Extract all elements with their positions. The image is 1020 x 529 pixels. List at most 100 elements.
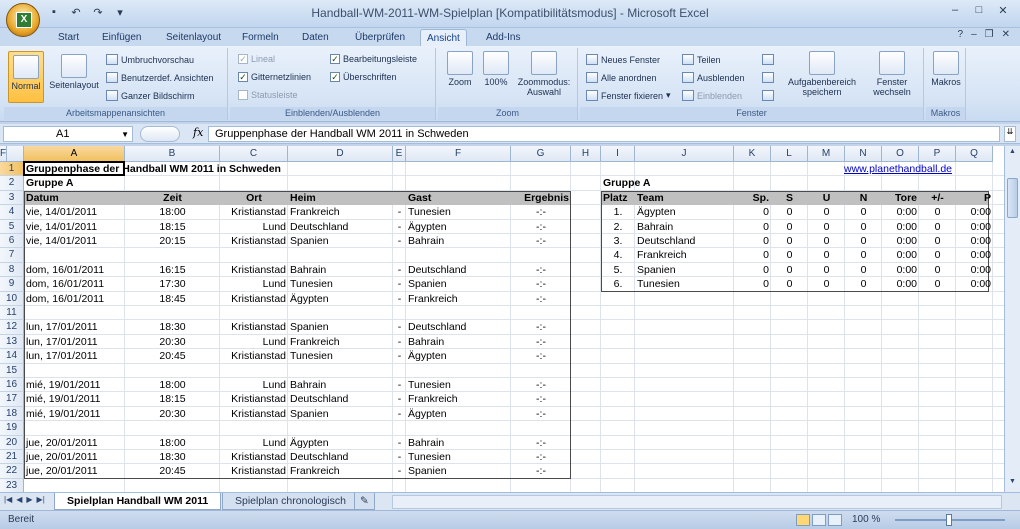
match-venue[interactable]: Kristianstad xyxy=(222,292,286,306)
makros-button[interactable]: Makros xyxy=(930,51,962,87)
tab-ansicht[interactable]: Ansicht xyxy=(420,29,467,46)
match-home[interactable]: Spanien xyxy=(290,407,391,421)
match-result[interactable]: -:- xyxy=(513,220,569,234)
match-date[interactable]: mié, 19/01/2011 xyxy=(26,392,123,406)
standings-header-1[interactable]: Team xyxy=(637,191,732,205)
standings-diff[interactable]: 0 xyxy=(921,220,954,234)
match-away[interactable]: Tunesien xyxy=(408,205,509,219)
tab-überprüfen[interactable]: Überprüfen xyxy=(349,29,411,46)
header-heim[interactable]: Heim xyxy=(290,191,391,205)
first-sheet-icon[interactable]: |◀ xyxy=(4,495,12,504)
match-venue[interactable]: Lund xyxy=(222,378,286,392)
header-ort[interactable]: Ort xyxy=(222,191,286,205)
zoom-100-button[interactable]: 100% xyxy=(480,51,512,87)
column-header-M[interactable]: M xyxy=(808,146,845,162)
match-venue[interactable]: Lund xyxy=(222,436,286,450)
match-result[interactable]: -:- xyxy=(513,436,569,450)
match-home[interactable]: Deutschland xyxy=(290,392,391,406)
header-ergebnis[interactable]: Ergebnis xyxy=(513,191,569,205)
standings-sp[interactable]: 0 xyxy=(736,205,769,219)
scroll-thumb[interactable] xyxy=(1007,178,1018,218)
column-header-N[interactable]: N xyxy=(845,146,882,162)
standings-platz[interactable]: 5. xyxy=(603,263,633,277)
column-header-P[interactable]: P xyxy=(919,146,956,162)
match-venue[interactable]: Kristianstad xyxy=(222,205,286,219)
standings-team[interactable]: Ägypten xyxy=(637,205,732,219)
row-header-22[interactable]: 22 xyxy=(0,464,24,479)
match-home[interactable]: Ägypten xyxy=(290,436,391,450)
standings-tore[interactable]: 0:00 xyxy=(884,248,917,262)
standings-header-5[interactable]: N xyxy=(847,191,880,205)
standings-sp[interactable]: 0 xyxy=(736,277,769,291)
match-time[interactable]: 18:00 xyxy=(127,378,218,392)
match-dash[interactable]: - xyxy=(395,320,404,334)
standings-diff[interactable]: 0 xyxy=(921,234,954,248)
standings-n[interactable]: 0 xyxy=(847,205,880,219)
match-away[interactable]: Tunesien xyxy=(408,378,509,392)
standings-s[interactable]: 0 xyxy=(773,248,806,262)
header-datum[interactable]: Datum xyxy=(26,191,123,205)
match-dash[interactable]: - xyxy=(395,407,404,421)
match-home[interactable]: Frankreich xyxy=(290,464,391,478)
page-break-view-icon[interactable] xyxy=(828,514,842,526)
insert-function-icon[interactable]: fx xyxy=(193,126,203,139)
match-dash[interactable]: - xyxy=(395,335,404,349)
match-date[interactable]: lun, 17/01/2011 xyxy=(26,349,123,363)
standings-n[interactable]: 0 xyxy=(847,263,880,277)
match-date[interactable]: dom, 16/01/2011 xyxy=(26,263,123,277)
match-time[interactable]: 18:30 xyxy=(127,450,218,464)
standings-p[interactable]: 0:00 xyxy=(958,234,991,248)
standings-diff[interactable]: 0 xyxy=(921,205,954,219)
row-header-23[interactable]: 23 xyxy=(0,478,24,492)
match-home[interactable]: Deutschland xyxy=(290,220,391,234)
standings-team[interactable]: Tunesien xyxy=(637,277,732,291)
standings-tore[interactable]: 0:00 xyxy=(884,277,917,291)
match-time[interactable]: 17:30 xyxy=(127,277,218,291)
sync-scroll-button[interactable] xyxy=(762,72,774,83)
reset-position-button[interactable] xyxy=(762,90,774,101)
standings-sp[interactable]: 0 xyxy=(736,220,769,234)
match-dash[interactable]: - xyxy=(395,234,404,248)
match-time[interactable]: 18:45 xyxy=(127,292,218,306)
formula-input[interactable]: Gruppenphase der Handball WM 2011 in Sch… xyxy=(208,126,1000,142)
row-header-15[interactable]: 15 xyxy=(0,363,24,378)
umbruchvorschau-button[interactable]: Umbruchvorschau xyxy=(106,54,194,65)
row-header-17[interactable]: 17 xyxy=(0,392,24,407)
tab-seitenlayout[interactable]: Seitenlayout xyxy=(160,29,227,46)
row-header-9[interactable]: 9 xyxy=(0,277,24,292)
match-dash[interactable]: - xyxy=(395,436,404,450)
match-time[interactable]: 20:30 xyxy=(127,335,218,349)
match-away[interactable]: Ägypten xyxy=(408,349,509,363)
match-home[interactable]: Spanien xyxy=(290,320,391,334)
prev-sheet-icon[interactable]: ◀ xyxy=(16,495,22,504)
match-date[interactable]: jue, 20/01/2011 xyxy=(26,450,123,464)
standings-s[interactable]: 0 xyxy=(773,277,806,291)
scroll-up-icon[interactable]: ▲ xyxy=(1007,148,1018,160)
tab-einfügen[interactable]: Einfügen xyxy=(96,29,147,46)
match-home[interactable]: Bahrain xyxy=(290,378,391,392)
standings-team[interactable]: Spanien xyxy=(637,263,732,277)
match-time[interactable]: 18:30 xyxy=(127,320,218,334)
match-venue[interactable]: Lund xyxy=(222,220,286,234)
row-header-1[interactable]: 1 xyxy=(0,162,24,177)
match-result[interactable]: -:- xyxy=(513,263,569,277)
column-header-Q[interactable]: Q xyxy=(956,146,993,162)
match-away[interactable]: Bahrain xyxy=(408,335,509,349)
row-header-18[interactable]: 18 xyxy=(0,406,24,422)
match-result[interactable]: -:- xyxy=(513,464,569,478)
column-header-G[interactable]: G xyxy=(511,146,571,162)
standings-n[interactable]: 0 xyxy=(847,277,880,291)
wb-restore-icon[interactable]: ❐ xyxy=(985,29,994,40)
row-header-5[interactable]: 5 xyxy=(0,219,24,234)
einblenden-button[interactable]: Einblenden xyxy=(682,90,742,101)
standings-tore[interactable]: 0:00 xyxy=(884,220,917,234)
seitenlayout-view-button[interactable]: Seitenlayout xyxy=(46,51,102,103)
match-home[interactable]: Deutschland xyxy=(290,450,391,464)
match-home[interactable]: Frankreich xyxy=(290,335,391,349)
tab-formeln[interactable]: Formeln xyxy=(236,29,285,46)
match-venue[interactable]: Kristianstad xyxy=(222,450,286,464)
match-away[interactable]: Ägypten xyxy=(408,220,509,234)
match-home[interactable]: Spanien xyxy=(290,234,391,248)
match-away[interactable]: Ägypten xyxy=(408,407,509,421)
match-dash[interactable]: - xyxy=(395,392,404,406)
